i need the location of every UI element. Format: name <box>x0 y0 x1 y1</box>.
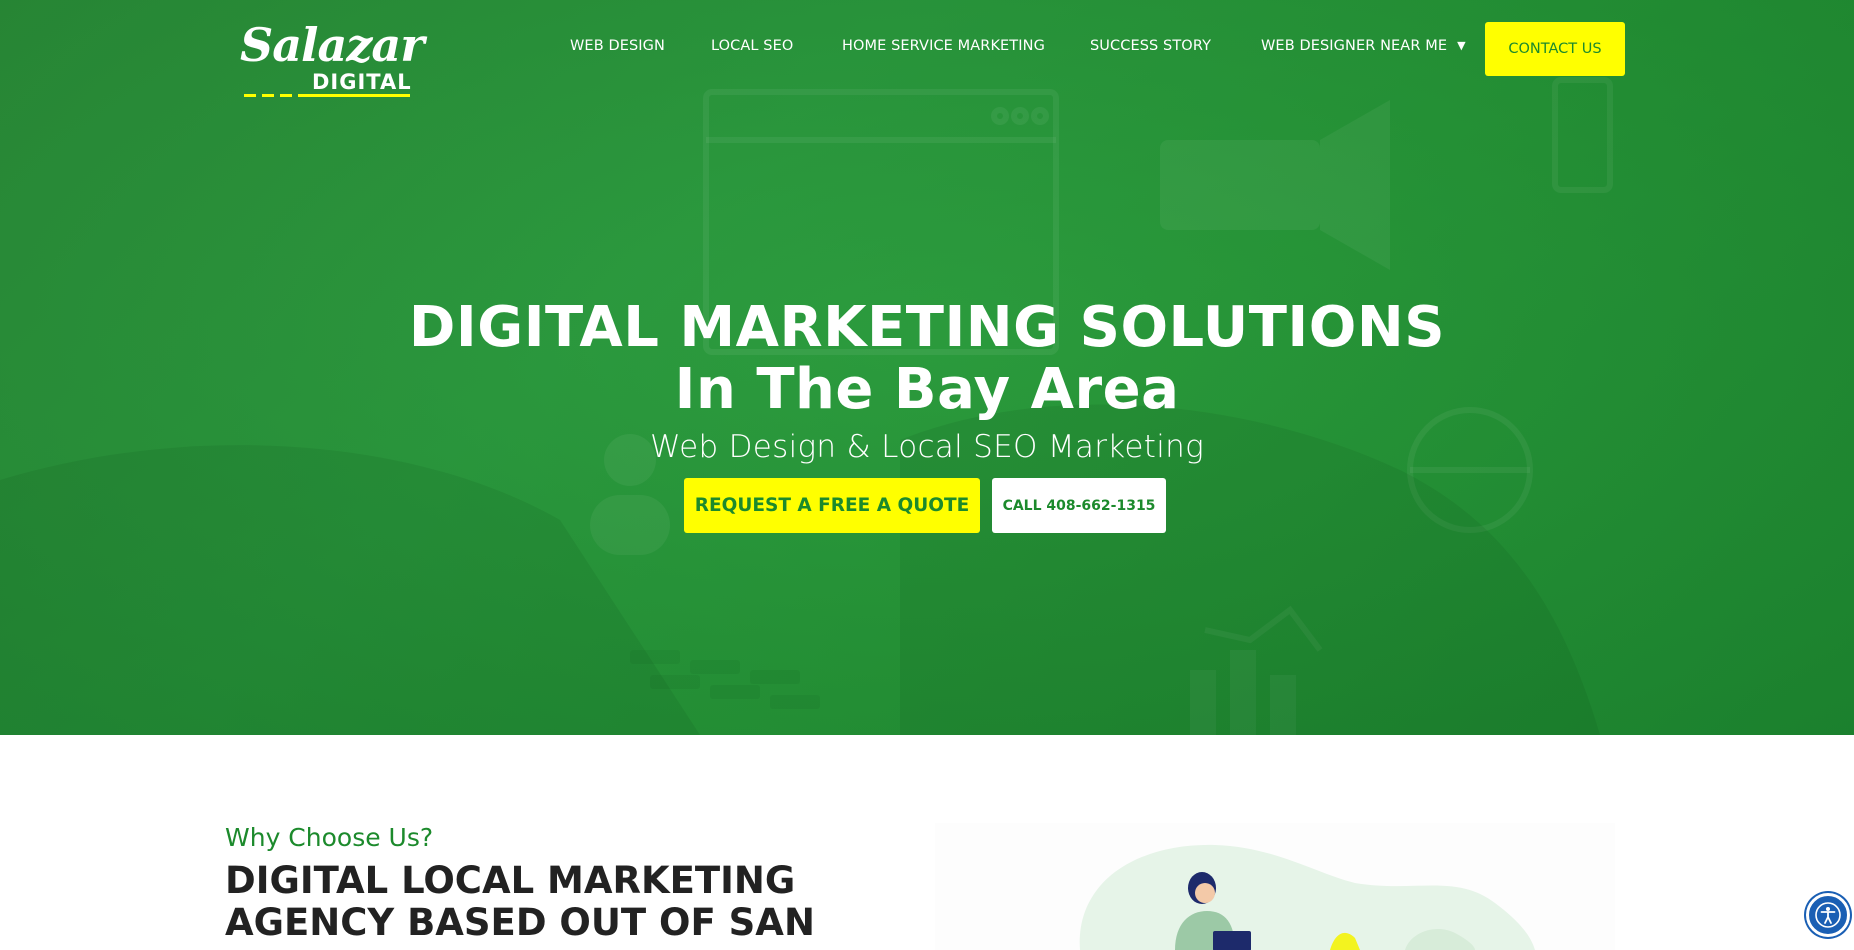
logo-word-text: DIGITAL <box>312 70 412 94</box>
section-heading-line2: AGENCY BASED OUT OF SAN <box>225 901 815 944</box>
nav-web-designer-near-me[interactable]: WEB DESIGNER NEAR ME ▼ <box>1261 38 1466 54</box>
hero-section: Salazar DIGITAL WEB DESIGN LOCAL SEO HOM… <box>0 0 1854 735</box>
contact-us-button[interactable]: CONTACT US <box>1485 22 1625 76</box>
section-heading-line1: DIGITAL LOCAL MARKETING <box>225 859 796 902</box>
marketing-illustration <box>935 823 1615 950</box>
accessibility-icon <box>1815 902 1841 928</box>
logo-script-text: Salazar <box>240 18 424 72</box>
section-kicker: Why Choose Us? <box>225 823 434 852</box>
brand-logo[interactable]: Salazar DIGITAL <box>240 18 424 100</box>
logo-underline <box>244 94 410 97</box>
nav-web-design[interactable]: WEB DESIGN <box>570 38 665 54</box>
nav-web-designer-near-me-label: WEB DESIGNER NEAR ME <box>1261 38 1448 54</box>
site-header: Salazar DIGITAL WEB DESIGN LOCAL SEO HOM… <box>0 0 1854 100</box>
hero-title-line1: DIGITAL MARKETING SOLUTIONS <box>408 295 1446 360</box>
nav-local-seo[interactable]: LOCAL SEO <box>711 38 793 54</box>
hero-title-line2: In The Bay Area <box>674 357 1180 422</box>
caret-down-icon: ▼ <box>1457 39 1466 52</box>
nav-home-service-marketing[interactable]: HOME SERVICE MARKETING <box>842 38 1045 54</box>
accessibility-button[interactable] <box>1806 893 1850 937</box>
call-phone-button[interactable]: CALL 408-662-1315 <box>992 478 1166 533</box>
nav-success-story[interactable]: SUCCESS STORY <box>1090 38 1211 54</box>
request-quote-button[interactable]: REQUEST A FREE A QUOTE <box>684 478 980 533</box>
section-heading: DIGITAL LOCAL MARKETING AGENCY BASED OUT… <box>225 860 845 944</box>
hero-subtitle: Web Design & Local SEO Marketing <box>649 429 1205 465</box>
